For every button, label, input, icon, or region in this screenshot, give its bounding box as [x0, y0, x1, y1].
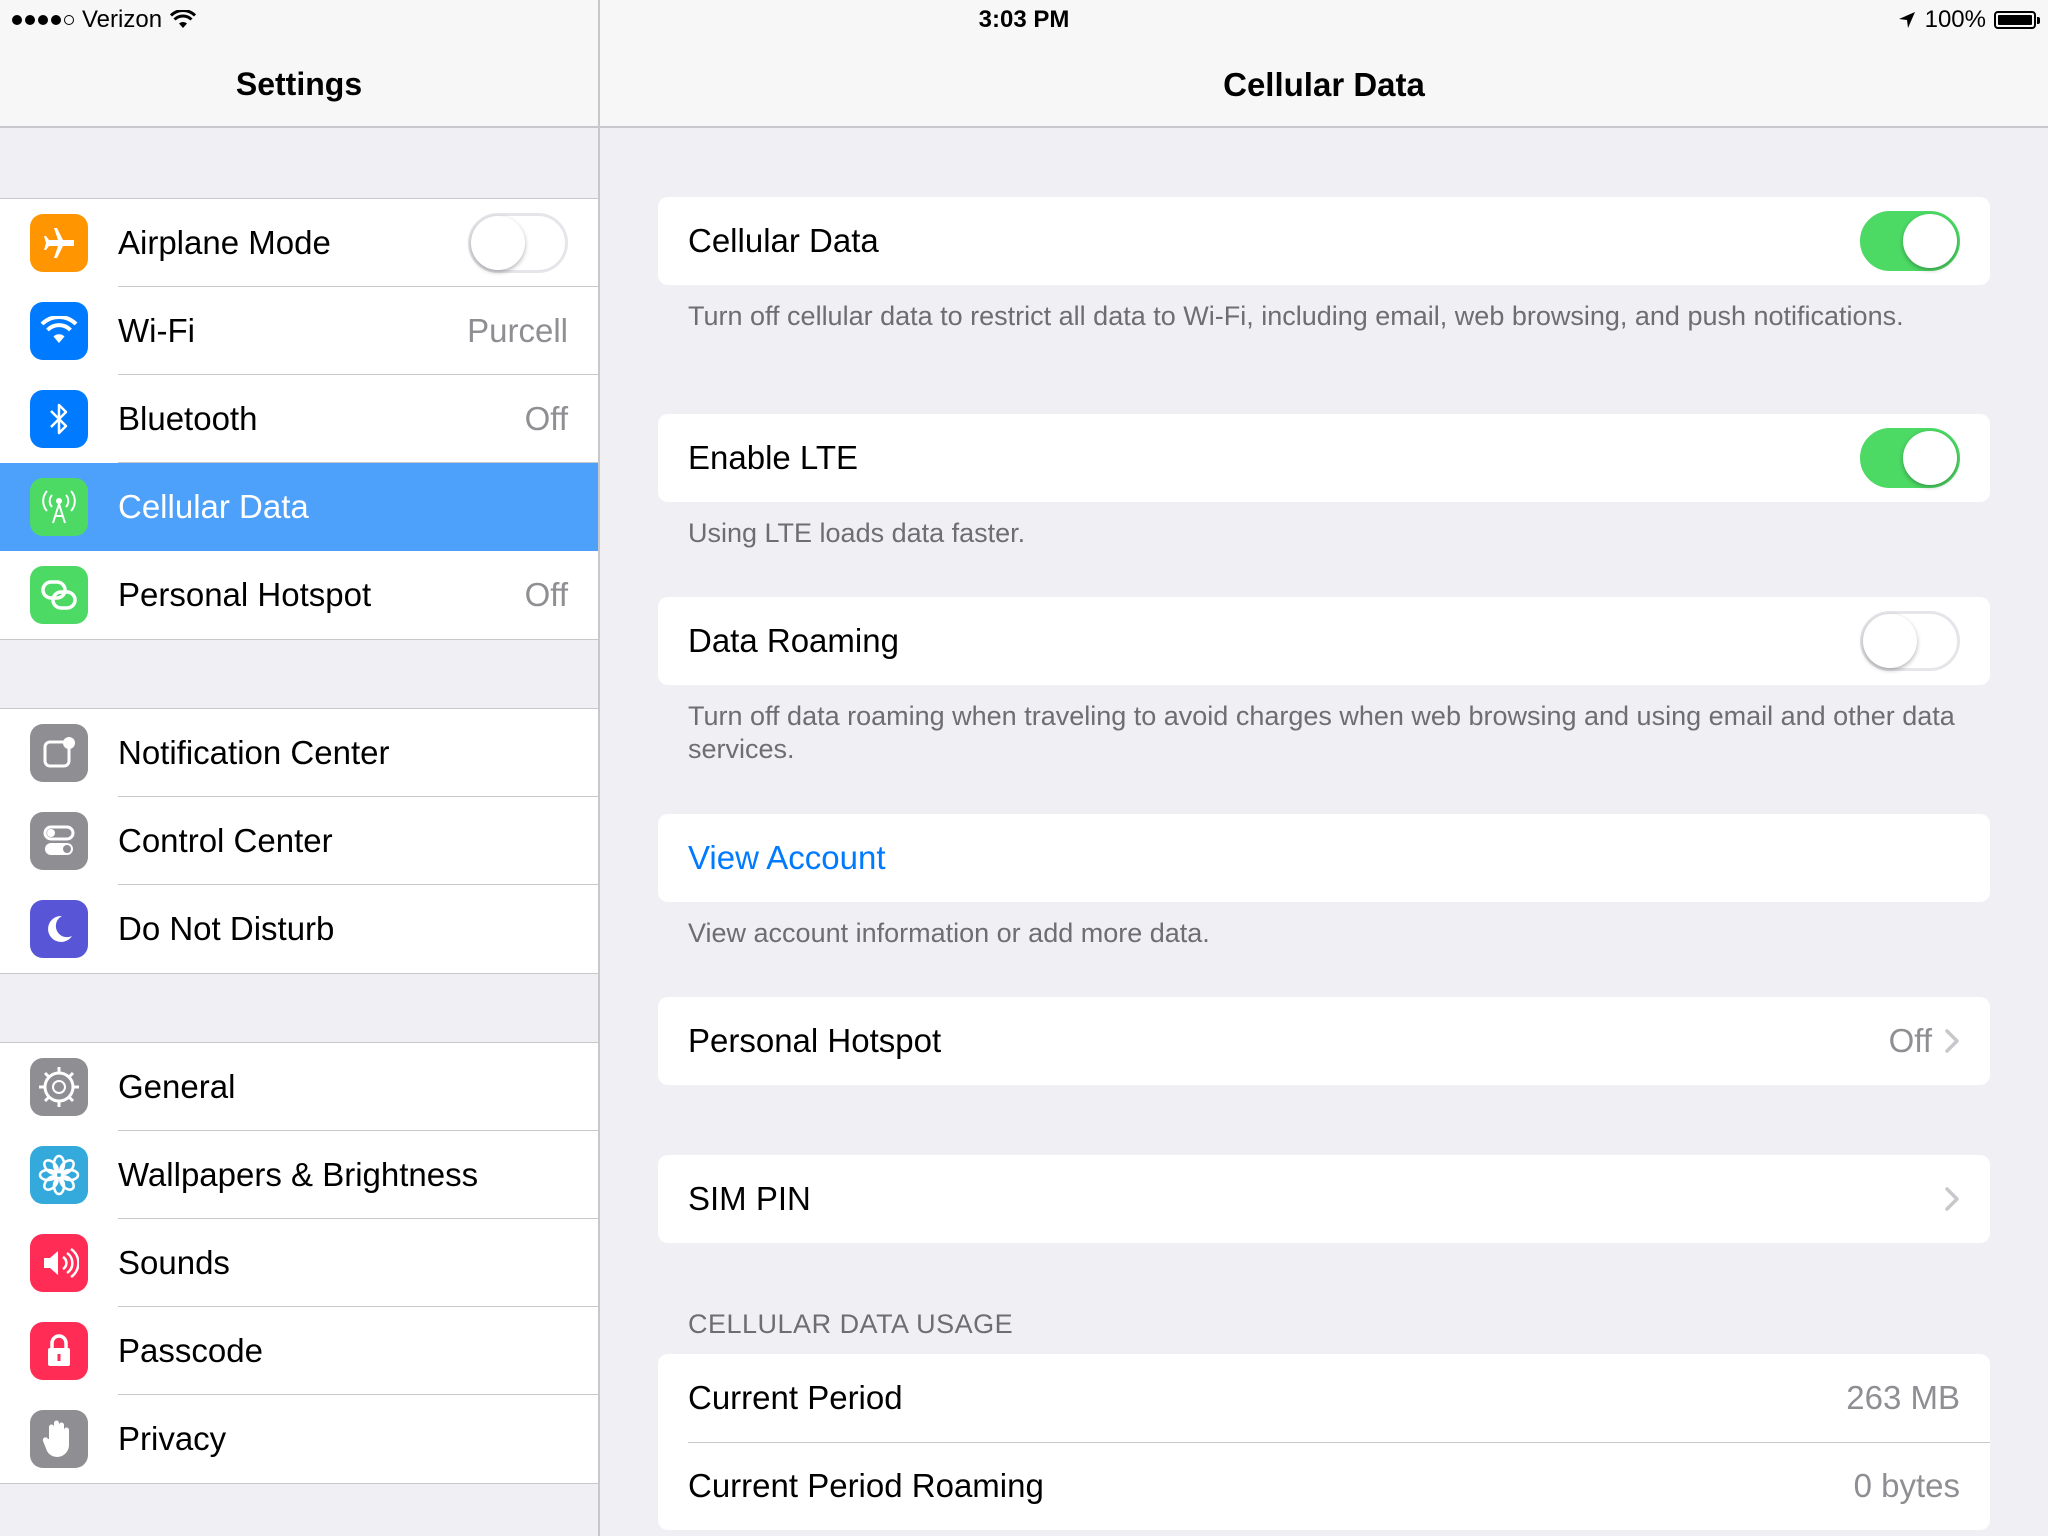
current-period-roaming-row: Current Period Roaming 0 bytes [658, 1442, 1990, 1530]
bluetooth-status-value: Off [525, 400, 568, 438]
sidebar-item-label: Cellular Data [118, 488, 598, 526]
cellular-data-usage-header: CELLULAR DATA USAGE [688, 1309, 1013, 1340]
sidebar-item-label: Sounds [118, 1244, 598, 1282]
sim-pin-label: SIM PIN [688, 1180, 1944, 1218]
cellular-data-cell: Cellular Data [658, 197, 1990, 285]
sidebar-item-notification-center[interactable]: Notification Center [0, 709, 598, 797]
sidebar-item-label: Privacy [118, 1420, 598, 1458]
sidebar-item-label: Airplane Mode [118, 224, 468, 262]
sim-pin-cell[interactable]: SIM PIN [658, 1155, 1990, 1243]
status-time: 3:03 PM [0, 6, 2048, 34]
sidebar-item-general[interactable]: General [0, 1043, 598, 1131]
personal-hotspot-value: Off [1889, 1022, 1932, 1060]
wifi-icon [30, 302, 88, 360]
sidebar-item-passcode[interactable]: Passcode [0, 1307, 598, 1395]
enable-lte-footer: Using LTE loads data faster. [688, 517, 1958, 550]
sidebar-item-bluetooth[interactable]: Bluetooth Off [0, 375, 598, 463]
cellular-data-toggle[interactable] [1860, 211, 1960, 271]
settings-group-notifications: Notification Center Control Center Do No… [0, 708, 598, 974]
view-account-label: View Account [688, 839, 1990, 877]
data-roaming-footer: Turn off data roaming when traveling to … [688, 700, 1958, 766]
control-center-icon [30, 812, 88, 870]
sidebar-item-wifi[interactable]: Wi-Fi Purcell [0, 287, 598, 375]
data-roaming-toggle[interactable] [1860, 611, 1960, 671]
personal-hotspot-label: Personal Hotspot [688, 1022, 1889, 1060]
chevron-right-icon [1944, 1186, 1960, 1212]
personal-hotspot-cell[interactable]: Personal Hotspot Off [658, 997, 1990, 1085]
current-period-label: Current Period [688, 1379, 1846, 1417]
sidebar-item-label: General [118, 1068, 598, 1106]
lock-icon [30, 1322, 88, 1380]
sidebar-item-sounds[interactable]: Sounds [0, 1219, 598, 1307]
speaker-icon [30, 1234, 88, 1292]
airplane-icon [30, 214, 88, 272]
sidebar-item-airplane-mode[interactable]: Airplane Mode [0, 199, 598, 287]
location-arrow-icon [1897, 10, 1917, 30]
current-period-row: Current Period 263 MB [658, 1354, 1990, 1442]
sidebar-item-control-center[interactable]: Control Center [0, 797, 598, 885]
notification-icon [30, 724, 88, 782]
enable-lte-toggle[interactable] [1860, 428, 1960, 488]
detail-title: Cellular Data [600, 66, 2048, 104]
sidebar-item-personal-hotspot[interactable]: Personal Hotspot Off [0, 551, 598, 639]
wifi-network-value: Purcell [467, 312, 568, 350]
sidebar-item-label: Do Not Disturb [118, 910, 598, 948]
current-period-roaming-value: 0 bytes [1854, 1467, 1960, 1505]
cellular-data-label: Cellular Data [688, 222, 1860, 260]
flower-icon [30, 1146, 88, 1204]
settings-group-connectivity: Airplane Mode Wi-Fi Purcell Bluetooth Of… [0, 198, 598, 640]
sidebar-item-label: Passcode [118, 1332, 598, 1370]
data-roaming-label: Data Roaming [688, 622, 1860, 660]
sidebar-item-cellular-data[interactable]: Cellular Data [0, 463, 598, 551]
settings-group-general: General Wallpapers & Brightness Sounds P… [0, 1042, 598, 1484]
chevron-right-icon [1944, 1028, 1960, 1054]
sidebar-item-label: Notification Center [118, 734, 598, 772]
data-roaming-cell: Data Roaming [658, 597, 1990, 685]
battery-icon [1994, 11, 2036, 29]
hotspot-icon [30, 566, 88, 624]
cellular-data-footer: Turn off cellular data to restrict all d… [688, 300, 1958, 333]
sidebar-item-label: Wallpapers & Brightness [118, 1156, 598, 1194]
gear-icon [30, 1058, 88, 1116]
hand-icon [30, 1410, 88, 1468]
sidebar-item-privacy[interactable]: Privacy [0, 1395, 598, 1483]
view-account-footer: View account information or add more dat… [688, 917, 1958, 950]
sidebar-item-wallpapers-brightness[interactable]: Wallpapers & Brightness [0, 1131, 598, 1219]
view-account-button[interactable]: View Account [658, 814, 1990, 902]
cellular-data-usage-group: Current Period 263 MB Current Period Roa… [658, 1354, 1990, 1530]
cellular-antenna-icon [30, 478, 88, 536]
status-bar: Verizon 3:03 PM 100% [0, 0, 2048, 40]
enable-lte-cell: Enable LTE [658, 414, 1990, 502]
current-period-value: 263 MB [1846, 1379, 1960, 1417]
sidebar-item-label: Wi-Fi [118, 312, 467, 350]
settings-sidebar: Settings Airplane Mode Wi-Fi Purcell Blu… [0, 0, 600, 1536]
sidebar-item-label: Personal Hotspot [118, 576, 525, 614]
sidebar-item-do-not-disturb[interactable]: Do Not Disturb [0, 885, 598, 973]
bluetooth-icon [30, 390, 88, 448]
airplane-mode-toggle[interactable] [468, 213, 568, 273]
sidebar-item-label: Control Center [118, 822, 598, 860]
battery-percent: 100% [1925, 6, 1986, 34]
enable-lte-label: Enable LTE [688, 439, 1860, 477]
hotspot-status-value: Off [525, 576, 568, 614]
settings-title: Settings [0, 66, 598, 103]
moon-icon [30, 900, 88, 958]
sidebar-item-label: Bluetooth [118, 400, 525, 438]
current-period-roaming-label: Current Period Roaming [688, 1467, 1854, 1505]
